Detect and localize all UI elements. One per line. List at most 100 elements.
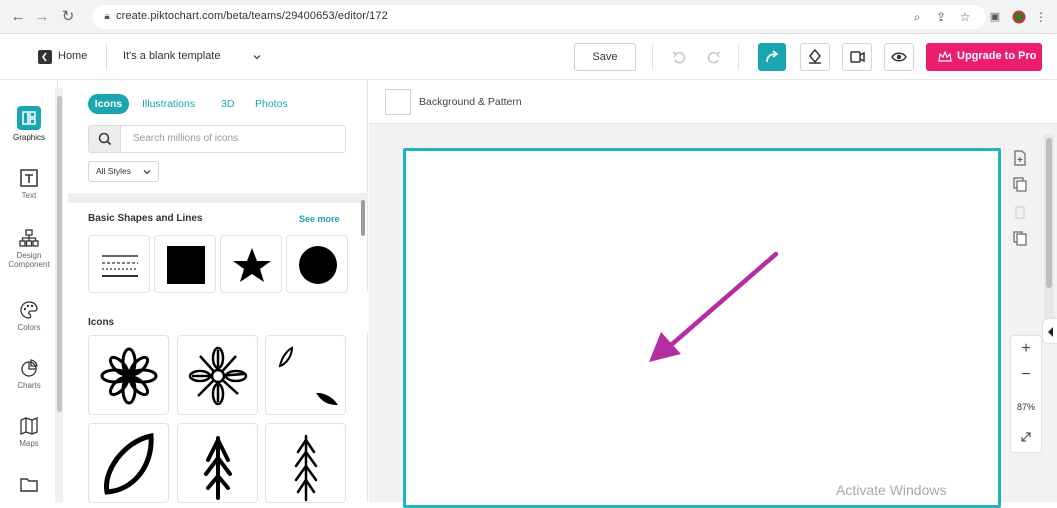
template-title[interactable]: It's a blank template bbox=[123, 50, 221, 62]
rail-label: Text bbox=[21, 191, 37, 200]
divider bbox=[106, 44, 107, 70]
home-icon[interactable] bbox=[38, 50, 52, 64]
background-toolbar: Background & Pattern bbox=[369, 80, 1057, 124]
rail-scrollbar-thumb[interactable] bbox=[57, 96, 62, 412]
menu-icon[interactable]: ⋮ bbox=[1034, 10, 1048, 24]
rail-item-text[interactable]: Text bbox=[0, 168, 58, 200]
activate-windows-watermark: Activate Windows bbox=[836, 482, 947, 498]
hierarchy-icon bbox=[19, 228, 39, 248]
page-tools bbox=[1009, 144, 1031, 264]
square-icon bbox=[167, 246, 205, 284]
rail-item-maps[interactable]: Maps bbox=[0, 416, 58, 448]
preview-button[interactable] bbox=[884, 43, 914, 71]
map-icon bbox=[19, 416, 39, 436]
reload-icon[interactable]: ↻ bbox=[60, 9, 76, 25]
url-text: create.piktochart.com/beta/teams/2940065… bbox=[116, 10, 388, 22]
fit-screen-icon[interactable] bbox=[1019, 430, 1033, 444]
icons-heading: Icons bbox=[88, 317, 115, 328]
rail-label: Design Component bbox=[8, 251, 50, 269]
chevron-down-icon bbox=[143, 170, 151, 175]
delete-page-icon[interactable] bbox=[1012, 204, 1028, 220]
rail-item-charts[interactable]: Charts bbox=[0, 358, 58, 390]
add-page-icon[interactable] bbox=[1012, 150, 1028, 166]
share-icon[interactable]: ⇪ bbox=[934, 10, 948, 24]
profile-icon[interactable] bbox=[1012, 10, 1026, 24]
canvas-scrollbar-thumb[interactable] bbox=[1046, 138, 1052, 288]
panel-scrollbar-thumb[interactable] bbox=[361, 200, 365, 236]
icon-tile[interactable] bbox=[88, 423, 169, 503]
style-filter-dropdown[interactable]: All Styles bbox=[88, 161, 159, 182]
rail-item-folder[interactable] bbox=[0, 474, 58, 494]
icon-tile[interactable] bbox=[177, 335, 258, 415]
flower-icon bbox=[100, 347, 158, 405]
daisy-icon bbox=[188, 346, 248, 406]
forward-arrow-icon[interactable]: → bbox=[34, 9, 50, 25]
print-button[interactable] bbox=[800, 43, 830, 71]
lock-icon[interactable]: 🔒︎ bbox=[100, 10, 114, 24]
browser-toolbar: ← → ↻ 🔒︎ create.piktochart.com/beta/team… bbox=[0, 0, 1057, 34]
shape-circle[interactable] bbox=[286, 235, 348, 293]
text-icon bbox=[19, 168, 39, 188]
right-panel-toggle[interactable] bbox=[1042, 318, 1057, 344]
zoom-controls: + − 87% bbox=[1010, 335, 1042, 453]
sidepanel-icon[interactable]: ▣ bbox=[988, 10, 1002, 24]
rail-item-design-component[interactable]: Design Component bbox=[0, 228, 58, 269]
palette-icon bbox=[19, 300, 39, 320]
search-input[interactable]: Search millions of icons bbox=[133, 133, 238, 144]
divider bbox=[738, 44, 739, 70]
icon-tile[interactable] bbox=[265, 335, 346, 415]
shapes-heading: Basic Shapes and Lines bbox=[88, 213, 203, 224]
rail-label: Charts bbox=[17, 381, 41, 390]
rail-label: Graphics bbox=[12, 133, 45, 142]
search-field[interactable]: Search millions of icons bbox=[88, 125, 346, 153]
annotation-arrow bbox=[649, 251, 779, 362]
redo-icon[interactable] bbox=[706, 49, 722, 65]
crown-icon bbox=[938, 51, 952, 62]
style-filter-label: All Styles bbox=[96, 166, 131, 176]
rail-label: Colors bbox=[17, 323, 41, 332]
shape-star[interactable] bbox=[220, 235, 282, 293]
icon-tile[interactable] bbox=[88, 335, 169, 415]
shape-square[interactable] bbox=[154, 235, 216, 293]
canvas-area: Background & Pattern + − 87% Activate Wi… bbox=[369, 80, 1057, 508]
pine-icon bbox=[294, 434, 318, 502]
upgrade-button[interactable]: Upgrade to Pro bbox=[926, 43, 1042, 71]
left-rail: Graphics Text Design Component Colors Ch… bbox=[0, 80, 58, 502]
icon-tile[interactable] bbox=[177, 423, 258, 503]
zoom-out-button[interactable]: − bbox=[1011, 366, 1041, 384]
zoom-in-button[interactable]: + bbox=[1011, 340, 1041, 358]
rail-item-graphics[interactable]: Graphics bbox=[0, 106, 58, 142]
undo-icon[interactable] bbox=[671, 49, 687, 65]
petals-icon bbox=[278, 346, 338, 406]
circle-icon bbox=[299, 246, 337, 284]
present-video-button[interactable] bbox=[842, 43, 872, 71]
shape-lines[interactable] bbox=[88, 235, 150, 293]
icon-tile[interactable] bbox=[265, 423, 346, 503]
zoom-icon[interactable]: ⌕ bbox=[910, 10, 924, 24]
divider bbox=[652, 44, 653, 70]
save-button[interactable]: Save bbox=[574, 43, 636, 71]
duplicate-page-icon[interactable] bbox=[1012, 176, 1028, 192]
zoom-level: 87% bbox=[1016, 402, 1035, 412]
star-icon bbox=[233, 248, 271, 282]
see-more-link[interactable]: See more bbox=[299, 214, 340, 224]
tab-illustrations[interactable]: Illustrations bbox=[142, 94, 195, 114]
rail-label: Maps bbox=[19, 439, 39, 448]
chevron-down-icon[interactable] bbox=[251, 51, 263, 63]
star-icon[interactable]: ☆ bbox=[958, 10, 972, 24]
search-icon[interactable] bbox=[89, 126, 121, 152]
background-label[interactable]: Background & Pattern bbox=[419, 96, 522, 108]
folder-icon bbox=[19, 474, 39, 494]
copy-page-icon[interactable] bbox=[1012, 230, 1028, 246]
lines-icon bbox=[102, 255, 138, 277]
rail-item-colors[interactable]: Colors bbox=[0, 300, 58, 332]
graphics-panel: Icons Illustrations 3D Photos Search mil… bbox=[68, 80, 368, 503]
tab-icons[interactable]: Icons bbox=[88, 94, 129, 114]
tab-photos[interactable]: Photos bbox=[255, 94, 288, 114]
tab-3d[interactable]: 3D bbox=[221, 94, 234, 114]
share-button[interactable] bbox=[758, 43, 786, 71]
background-swatch[interactable] bbox=[385, 89, 411, 115]
back-arrow-icon[interactable]: ← bbox=[10, 9, 26, 25]
caret-left-icon bbox=[1048, 327, 1053, 337]
home-link[interactable]: Home bbox=[58, 50, 87, 62]
